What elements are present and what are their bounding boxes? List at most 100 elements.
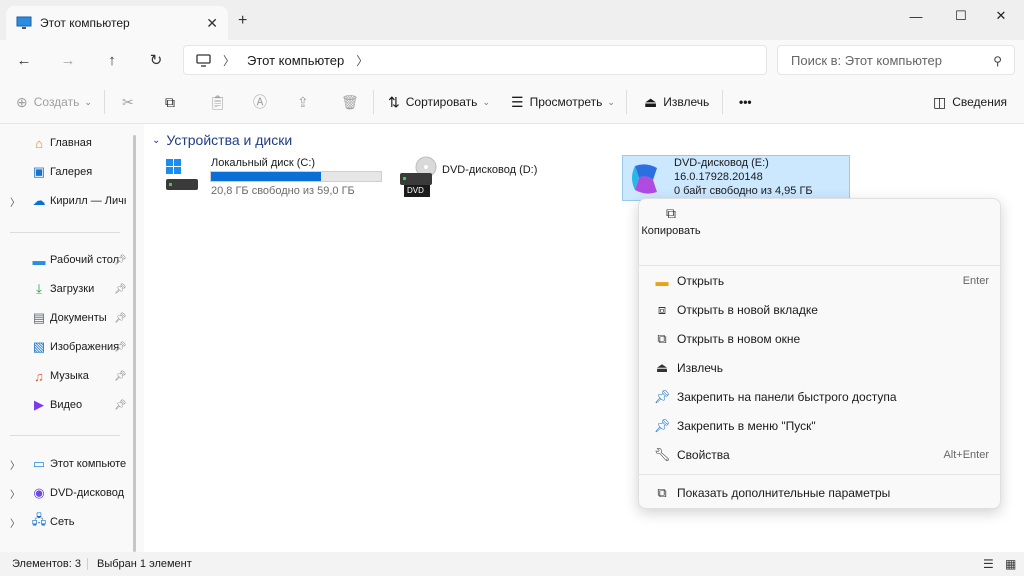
view-button[interactable]: ☰ Просмотреть ⌄ <box>511 92 615 112</box>
sidebar-item-network[interactable]: 〉 🖧︎ Сеть <box>0 509 130 535</box>
menu-item-pin-start[interactable]: 📌︎ Закрепить в меню "Пуск" <box>645 412 995 440</box>
eject-button[interactable]: ⏏ Извлечь <box>644 92 709 112</box>
separator <box>626 90 627 114</box>
pictures-icon: ▧ <box>32 339 46 354</box>
paste-button[interactable]: 📋︎ <box>209 92 233 112</box>
rename-button[interactable]: Ⓐ <box>253 92 273 112</box>
menu-item-open-new-tab[interactable]: ⧈ Открыть в новой вкладке <box>645 296 995 324</box>
dvd-badge: DVD <box>407 186 424 195</box>
gallery-icon: ▣ <box>32 164 46 179</box>
status-bar: Элементов: 3 Выбран 1 элемент ☰ ▦ <box>0 552 1024 576</box>
address-bar[interactable]: 〉 Этот компьютер 〉 <box>183 45 767 75</box>
copy-button[interactable]: ⧉ <box>165 92 181 112</box>
forward-arrow-icon: → <box>60 51 76 69</box>
search-placeholder: Поиск в: Этот компьютер <box>791 52 942 68</box>
sidebar-item-this-pc[interactable]: 〉 ▭ Этот компьютер <box>0 451 130 477</box>
menu-item-shortcut: Alt+Enter <box>943 449 989 461</box>
sidebar-item-documents[interactable]: ▤ Документы 📌︎ <box>0 305 130 331</box>
menu-item-pin-quick-access[interactable]: 📌︎ Закрепить на панели быстрого доступа <box>645 383 995 411</box>
sidebar-item-dvd[interactable]: 〉 ◉ DVD-дисковод (E:) <box>0 480 130 506</box>
sidebar-item-desktop[interactable]: ▬ Рабочий стол 📌︎ <box>0 247 130 273</box>
delete-button[interactable]: 🗑︎ <box>341 92 365 112</box>
tiles-view-icon[interactable]: ▦ <box>1005 557 1016 571</box>
folder-icon: ▬ <box>655 273 669 289</box>
navigation-pane: ⌂ Главная ▣ Галерея 〉 ☁ Кирилл — Личный … <box>0 124 144 552</box>
windows-drive-icon <box>166 159 198 190</box>
close-button[interactable]: ✕ <box>978 4 1024 28</box>
sidebar-item-gallery[interactable]: ▣ Галерея <box>0 159 130 185</box>
sidebar-item-pictures[interactable]: ▧ Изображения 📌︎ <box>0 334 130 360</box>
sidebar-item-music[interactable]: ♫ Музыка 📌︎ <box>0 363 130 389</box>
minimize-button[interactable]: — <box>893 4 939 28</box>
cut-button[interactable]: ✂ <box>122 92 140 112</box>
sort-icon: ⇅ <box>388 93 400 110</box>
search-input[interactable]: Поиск в: Этот компьютер ⚲ <box>777 45 1015 75</box>
menu-item-more-options[interactable]: ⧉ Показать дополнительные параметры <box>645 479 995 507</box>
sidebar-scrollbar[interactable] <box>133 135 136 552</box>
trash-icon: 🗑︎ <box>341 93 359 110</box>
sidebar-divider <box>10 435 120 436</box>
documents-icon: ▤ <box>32 310 46 325</box>
sort-button[interactable]: ⇅ Сортировать ⌄ <box>388 92 490 112</box>
share-icon: ⇪ <box>297 93 309 110</box>
menu-item-eject[interactable]: ⏏ Извлечь <box>645 354 995 382</box>
details-view-icon[interactable]: ☰ <box>983 557 994 571</box>
more-button[interactable]: ••• <box>739 92 752 112</box>
status-item-count: Элементов: 3 <box>12 558 81 570</box>
back-button[interactable]: ← <box>10 48 38 72</box>
chevron-right-icon[interactable]: 〉 <box>10 515 20 530</box>
network-icon: 🖧︎ <box>31 512 47 527</box>
more-options-icon: ⧉ <box>657 485 667 500</box>
sidebar-item-label: Галерея <box>50 166 93 178</box>
pin-icon: 📌︎ <box>114 341 127 353</box>
tab-this-pc[interactable]: Этот компьютер ✕ <box>6 6 228 40</box>
menu-item-label: Свойства <box>677 448 730 462</box>
chevron-right-icon[interactable]: 〉 <box>10 486 20 501</box>
copy-icon: ⧉ <box>666 205 676 221</box>
chevron-right-icon: 〉 <box>223 53 236 68</box>
tab-close-icon[interactable]: ✕ <box>206 15 218 32</box>
video-icon: ▶ <box>34 397 44 412</box>
menu-item-properties[interactable]: 🔧︎ Свойства Alt+Enter <box>645 441 995 469</box>
details-label: Сведения <box>952 95 1008 109</box>
context-copy-button[interactable]: ⧉ Копировать <box>641 205 701 239</box>
create-button[interactable]: ⊕ Создать ⌄ <box>16 92 92 112</box>
group-header[interactable]: ⌄ Устройства и диски <box>152 132 292 148</box>
sidebar-item-downloads[interactable]: ⤓ Загрузки 📌︎ <box>0 276 130 302</box>
pin-icon: 📌︎ <box>114 312 127 324</box>
pin-icon: 📌︎ <box>114 370 127 382</box>
share-button[interactable]: ⇪ <box>297 92 315 112</box>
refresh-button[interactable]: ↻ <box>142 48 170 72</box>
details-pane-icon: ◫ <box>933 93 947 110</box>
up-arrow-icon: ↑ <box>108 51 116 69</box>
group-title: Устройства и диски <box>166 132 293 148</box>
drive-c[interactable]: Локальный диск (C:) 20,8 ГБ свободно из … <box>162 155 386 199</box>
dvd-icon: ◉ <box>33 485 45 500</box>
onedrive-icon: ☁ <box>32 193 46 208</box>
sidebar-item-onedrive[interactable]: 〉 ☁ Кирилл — Личный <box>0 188 130 214</box>
close-icon: ✕ <box>995 8 1007 23</box>
search-icon: ⚲ <box>993 54 1002 68</box>
menu-item-open[interactable]: ▬ Открыть Enter <box>645 267 995 295</box>
plus-circle-icon: ⊕ <box>16 93 28 110</box>
up-button[interactable]: ↑ <box>98 48 126 72</box>
sidebar-item-home[interactable]: ⌂ Главная <box>0 130 130 156</box>
sidebar-item-label: Этот компьютер <box>50 458 126 470</box>
new-tab-button[interactable]: + <box>238 12 247 30</box>
chevron-right-icon[interactable]: 〉 <box>10 457 20 472</box>
drive-d[interactable]: DVD DVD-дисковод (D:) <box>394 155 614 199</box>
drive-e[interactable]: DVD-дисковод (E:) 16.0.17928.20148 0 бай… <box>622 155 850 201</box>
forward-button[interactable]: → <box>54 48 82 72</box>
breadcrumb-this-pc[interactable]: Этот компьютер <box>247 53 344 68</box>
details-button[interactable]: ◫ Сведения <box>933 92 1007 112</box>
sidebar-item-video[interactable]: ▶ Видео 📌︎ <box>0 392 130 418</box>
clipboard-icon: 📋︎ <box>209 93 227 110</box>
view-label: Просмотреть <box>529 95 603 109</box>
refresh-icon: ↻ <box>149 52 163 69</box>
menu-separator <box>639 474 1002 475</box>
pin-icon: 📌︎ <box>114 399 127 411</box>
menu-item-open-new-window[interactable]: ⧉ Открыть в новом окне <box>645 325 995 353</box>
chevron-right-icon[interactable]: 〉 <box>356 52 368 69</box>
chevron-right-icon[interactable]: 〉 <box>10 194 20 209</box>
copy-icon: ⧉ <box>165 93 175 110</box>
